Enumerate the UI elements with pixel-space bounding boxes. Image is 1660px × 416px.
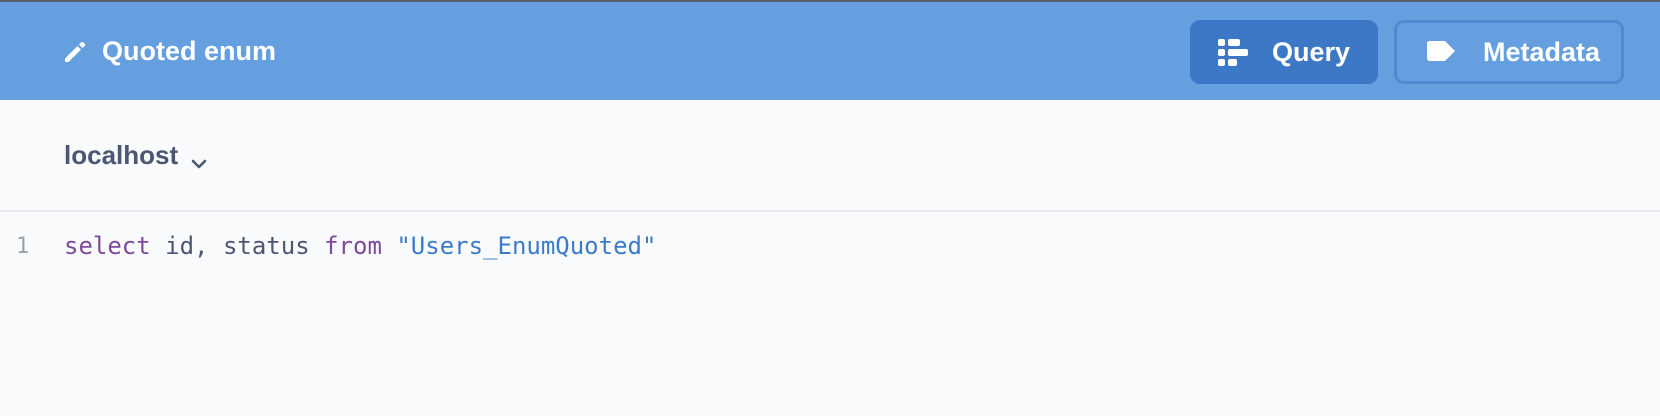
sql-editor[interactable]: 1 select id, status from "Users_EnumQuot… bbox=[0, 214, 1660, 416]
sql-keyword: from bbox=[324, 232, 382, 260]
database-name: localhost bbox=[64, 140, 179, 170]
query-button-label: Query bbox=[1272, 36, 1351, 67]
sql-string: "Users_EnumQuoted" bbox=[396, 232, 657, 260]
chevron-down-icon bbox=[190, 149, 208, 168]
tag-icon bbox=[1423, 37, 1459, 67]
list-icon bbox=[1216, 37, 1252, 67]
question-title-text: Quoted enum bbox=[102, 36, 276, 66]
header-bar: Quoted enum Query Metadata bbox=[0, 0, 1660, 100]
editor-line: 1 select id, status from "Users_EnumQuot… bbox=[0, 230, 656, 262]
database-select[interactable]: localhost bbox=[64, 140, 208, 171]
line-number: 1 bbox=[16, 233, 30, 259]
metadata-button[interactable]: Metadata bbox=[1394, 20, 1624, 84]
metadata-button-label: Metadata bbox=[1483, 36, 1601, 67]
pencil-icon bbox=[62, 39, 88, 65]
sql-text: id, status bbox=[150, 232, 325, 260]
query-button[interactable]: Query bbox=[1190, 20, 1378, 84]
sql-keyword: select bbox=[64, 232, 151, 260]
database-picker-row: localhost bbox=[0, 100, 1660, 212]
question-title[interactable]: Quoted enum bbox=[62, 36, 276, 67]
